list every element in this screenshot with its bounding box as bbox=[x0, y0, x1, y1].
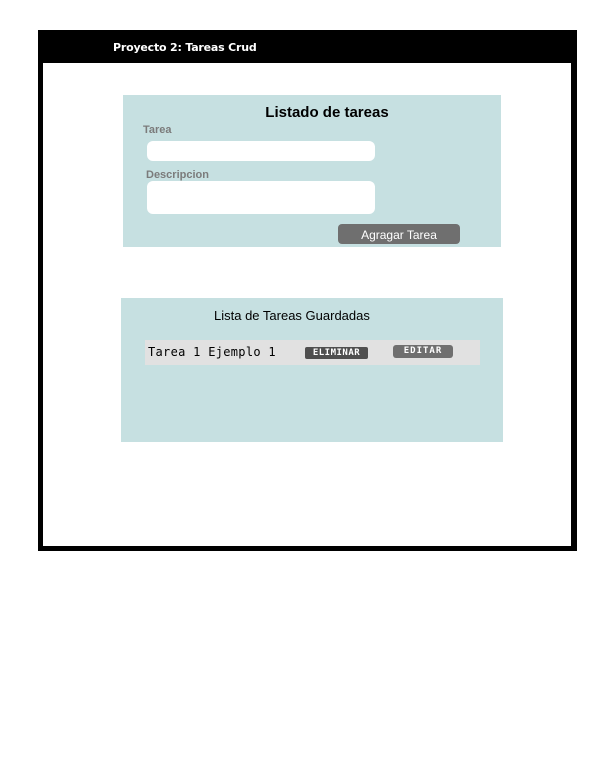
task-row: Tarea 1 Ejemplo 1 ELIMINAR EDITAR bbox=[145, 340, 480, 365]
main-content: Listado de tareas Tarea Descripcion Agra… bbox=[43, 63, 571, 546]
task-input[interactable] bbox=[147, 141, 375, 161]
task-label: Tarea bbox=[143, 124, 172, 136]
delete-button[interactable]: ELIMINAR bbox=[305, 347, 368, 359]
description-label: Descripcion bbox=[146, 169, 209, 181]
description-input[interactable] bbox=[147, 181, 375, 214]
add-task-button[interactable]: Agragar Tarea bbox=[338, 224, 460, 244]
task-form-panel: Listado de tareas Tarea Descripcion Agra… bbox=[123, 95, 501, 247]
task-item-text: Tarea 1 Ejemplo 1 bbox=[148, 345, 276, 359]
window-title: Proyecto 2: Tareas Crud bbox=[113, 41, 257, 54]
app-window: Proyecto 2: Tareas Crud Listado de tarea… bbox=[38, 30, 577, 551]
title-bar: Proyecto 2: Tareas Crud bbox=[38, 30, 577, 63]
edit-button[interactable]: EDITAR bbox=[393, 345, 453, 358]
saved-tasks-heading: Lista de Tareas Guardadas bbox=[214, 308, 370, 323]
saved-tasks-panel: Lista de Tareas Guardadas Tarea 1 Ejempl… bbox=[121, 298, 503, 442]
form-heading: Listado de tareas bbox=[265, 104, 389, 121]
